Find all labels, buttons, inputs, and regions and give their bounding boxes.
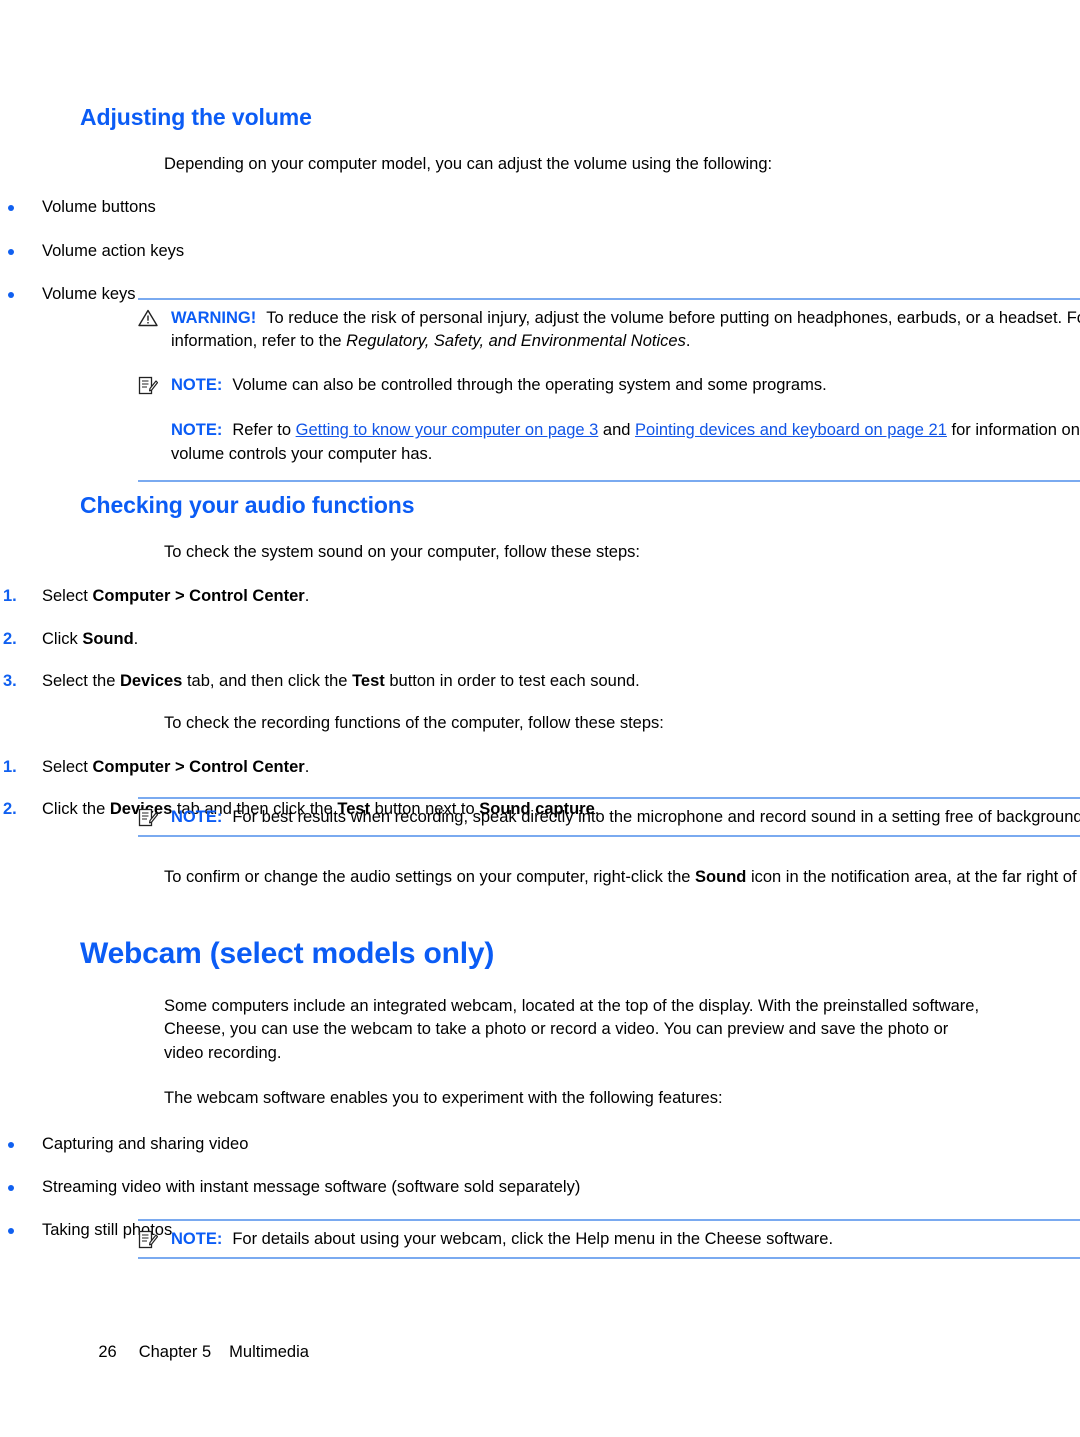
note-text: Volume can also be controlled through th… [232, 375, 827, 394]
section-heading-checking-audio: Checking your audio functions [80, 492, 415, 518]
section-heading-adjusting-volume: Adjusting the volume [80, 104, 312, 130]
step-number: 1. [3, 758, 17, 777]
step-number: 2. [3, 800, 17, 819]
note-pencil-icon [138, 376, 160, 396]
note-block-volume-refer: NOTE: Refer to Getting to know your compu… [138, 403, 1080, 480]
list-item: Volume action keys [0, 240, 1080, 263]
footer-chapter-title: Multimedia [229, 1343, 309, 1361]
list-item: Volume buttons [0, 196, 1080, 219]
step-text: Select Computer > Control Center. [42, 587, 310, 606]
step-text: Select Computer > Control Center. [42, 758, 310, 777]
section-checking-audio-functions: Checking your audio functions To check t… [0, 492, 1080, 840]
note-block-recording: NOTE: For best results when recording, sp… [138, 799, 1080, 835]
warning-label: WARNING! [171, 309, 257, 327]
note-block-webcam: NOTE: For details about using your webcam… [138, 1221, 1080, 1257]
note-label: NOTE: [171, 375, 223, 394]
admonition-group-webcam: NOTE: For details about using your webcam… [138, 1219, 1080, 1260]
admonition-group-recording: NOTE: For best results when recording, sp… [138, 797, 1080, 838]
note-text-2: and [598, 421, 636, 440]
note-label: NOTE: [171, 1230, 223, 1248]
warning-italic-reference: Regulatory, Safety, and Environmental No… [346, 332, 686, 351]
bold-sound: Sound [695, 868, 747, 886]
admonition-group-volume: WARNING! To reduce the risk of personal i… [138, 298, 1080, 483]
link-getting-to-know-your-computer[interactable]: Getting to know your computer on page 3 [296, 421, 599, 439]
step-text: Click Sound. [42, 629, 139, 648]
paragraph-audio-closing: To confirm or change the audio settings … [164, 868, 1080, 886]
paragraph-webcam-2: The webcam software enables you to exper… [164, 1089, 723, 1108]
section-heading-webcam: Webcam (select models only) [80, 937, 495, 970]
document-page: Adjusting the volume Depending on your c… [0, 0, 1080, 1437]
section-webcam: Webcam (select models only) Some compute… [0, 937, 1080, 1262]
paragraph-webcam-1: Some computers include an integrated web… [164, 997, 980, 1062]
list-item-step: 1. Select Computer > Control Center. [0, 585, 1080, 608]
list-volume-methods: Volume buttons Volume action keys Volume… [0, 196, 1080, 305]
note-text-1: Refer to [232, 421, 296, 440]
list-item-step: 1. Select Computer > Control Center. [0, 756, 1080, 779]
list-item: Capturing and sharing video [0, 1133, 1080, 1156]
paragraph-audio-intro: To check the system sound on your comput… [164, 543, 640, 561]
page-footer: 26 Chapter 5 Multimedia [80, 1324, 309, 1381]
note-block-volume-os: NOTE: Volume can also be controlled throu… [138, 360, 1080, 403]
paragraph-volume-intro: Depending on your computer model, you ca… [164, 155, 773, 173]
footer-chapter: Chapter 5 [138, 1343, 212, 1361]
note-text: For best results when recording, speak d… [232, 808, 1080, 826]
note-label: NOTE: [171, 808, 223, 826]
warning-block: WARNING! To reduce the risk of personal i… [138, 300, 1080, 360]
list-audio-steps: 1. Select Computer > Control Center. 2. Cl… [0, 585, 1080, 692]
note-pencil-icon [138, 808, 160, 828]
step-number: 2. [3, 629, 17, 648]
warning-triangle-icon [138, 309, 160, 329]
section-adjusting-the-volume: Adjusting the volume Depending on your c… [0, 104, 1080, 326]
note-text: For details about using your webcam, cli… [232, 1230, 834, 1248]
step-number: 1. [3, 587, 17, 606]
paragraph-recording-intro: To check the recording functions of the … [164, 713, 664, 732]
list-item-step: 3. Select the Devices tab, and then click… [0, 670, 1080, 693]
warning-text-2: . [685, 332, 691, 351]
list-item-step: 2. Click Sound. [0, 628, 1080, 651]
note-pencil-icon [138, 1230, 160, 1250]
list-item: Streaming video with instant message sof… [0, 1176, 1080, 1199]
link-pointing-devices-and-keyboard[interactable]: Pointing devices and keyboard on page 21 [635, 421, 947, 439]
step-text: Select the Devices tab, and then click t… [42, 671, 640, 690]
step-number: 3. [3, 671, 17, 690]
footer-page-number: 26 [98, 1343, 117, 1361]
note-label: NOTE: [171, 421, 223, 440]
